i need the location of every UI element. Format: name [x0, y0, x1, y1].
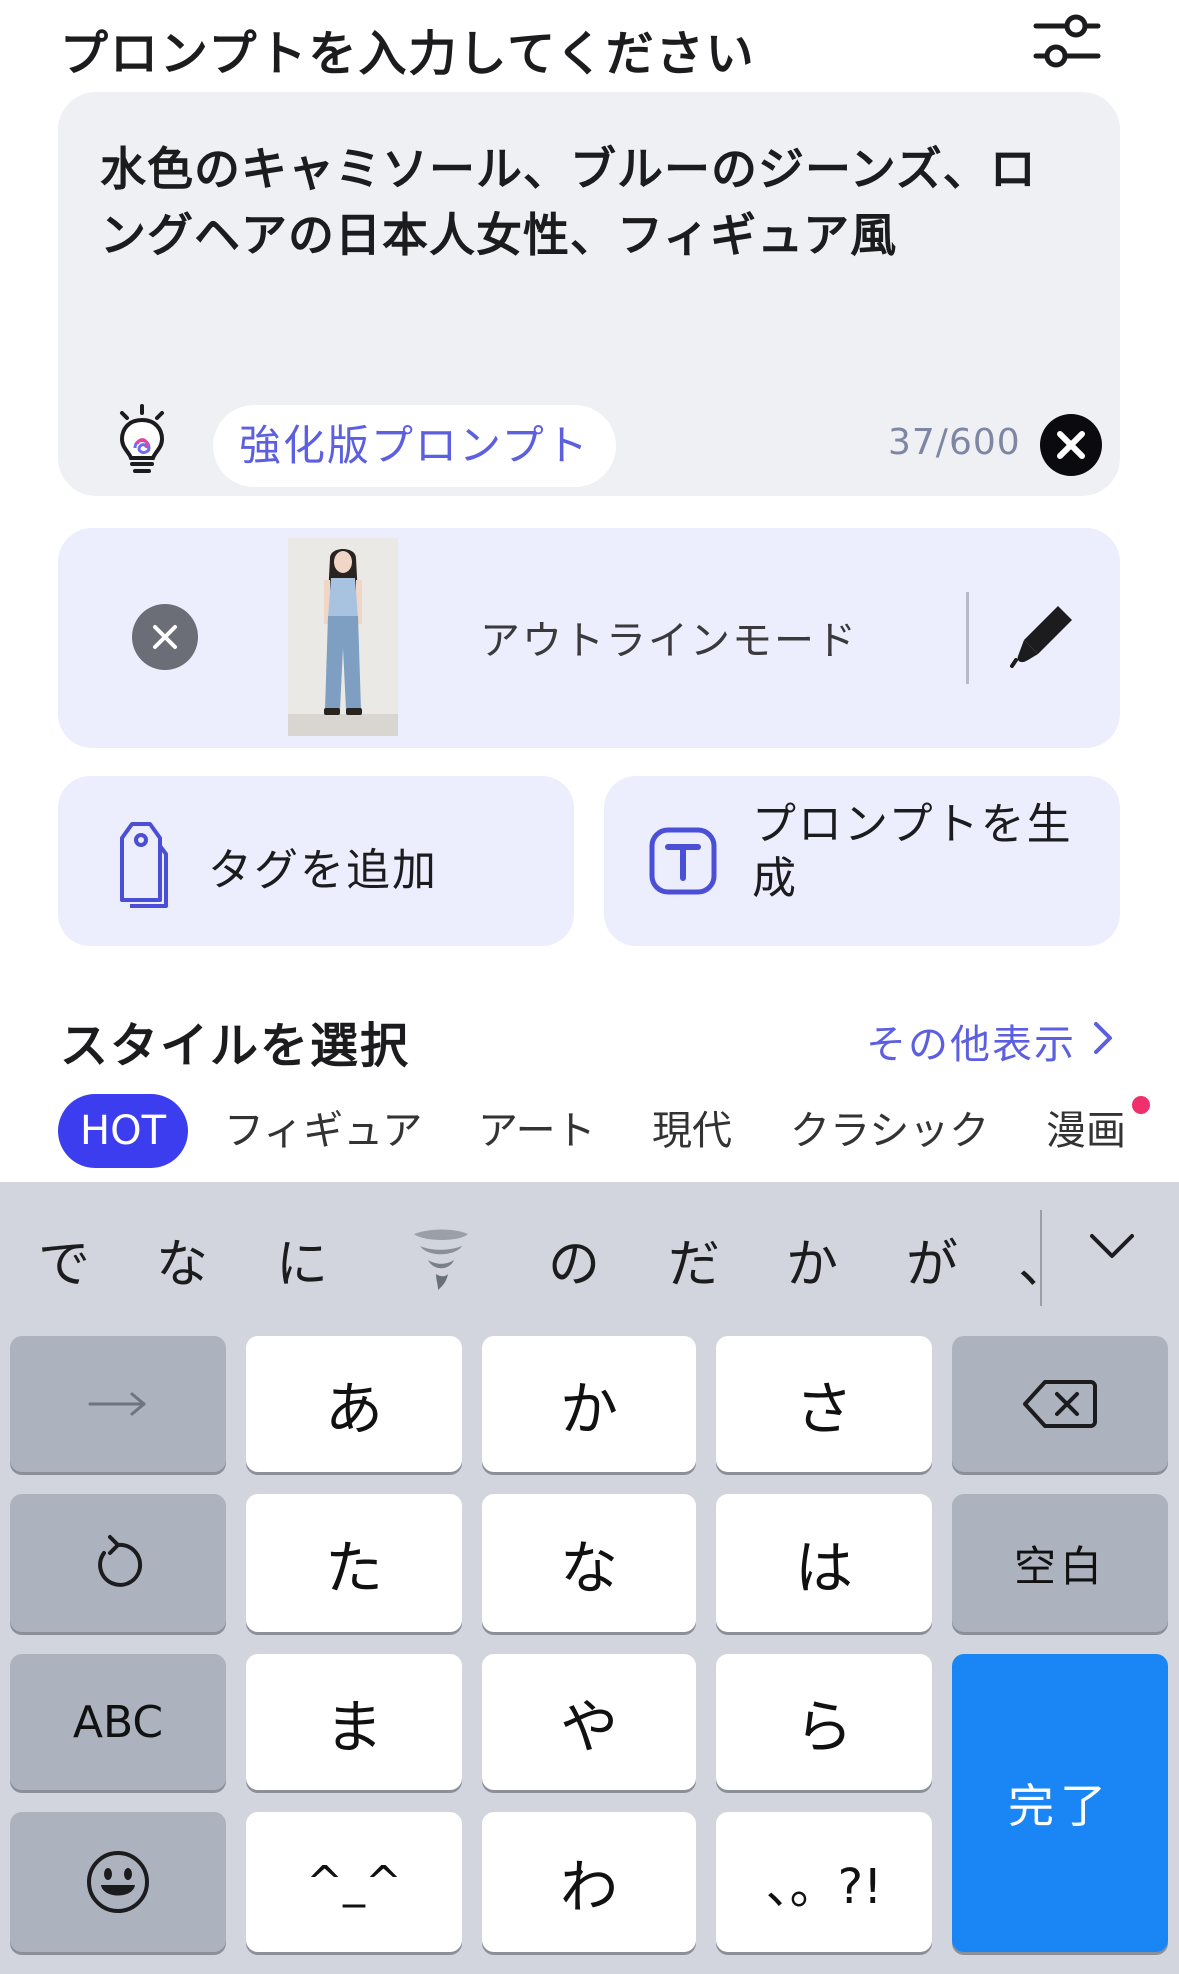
prompt-input-card[interactable]: 水色のキャミソール、ブルーのジーンズ、ロングヘアの日本人女性、フィギュア風 強化… [58, 92, 1120, 496]
style-chip-hot[interactable]: HOT [58, 1094, 188, 1168]
close-circle-icon [1057, 431, 1085, 459]
candidate-word[interactable]: に [276, 1222, 328, 1297]
sliders-icon[interactable] [1030, 6, 1104, 76]
reference-image-card: アウトラインモード [58, 528, 1120, 748]
key-label: た [324, 1534, 383, 1602]
space-key[interactable]: 空白 [952, 1494, 1168, 1632]
divider [966, 592, 969, 684]
undo-key[interactable] [10, 1494, 226, 1632]
key-wa[interactable]: わ [482, 1812, 696, 1952]
style-chip-manga[interactable]: 漫画 [1046, 1094, 1126, 1168]
add-tag-label: タグを追加 [208, 845, 438, 896]
style-chip-classic[interactable]: クラシック [790, 1094, 989, 1168]
key-ra[interactable]: ら [716, 1654, 932, 1790]
abc-key[interactable]: ABC [10, 1654, 226, 1790]
key-ha[interactable]: は [716, 1494, 932, 1632]
key-label: あ [324, 1375, 383, 1443]
key-a[interactable]: あ [246, 1336, 462, 1472]
key-label: 、。?! [765, 1859, 883, 1915]
generate-prompt-button[interactable]: プロンプトを生成 [604, 776, 1120, 946]
add-tag-button[interactable]: タグを追加 [58, 776, 574, 946]
key-sa[interactable]: さ [716, 1336, 932, 1472]
text-t-icon [648, 826, 718, 896]
key-label: な [559, 1534, 618, 1602]
key-label: か [559, 1375, 618, 1443]
key-label: や [559, 1693, 618, 1761]
key-na[interactable]: な [482, 1494, 696, 1632]
punctuation-key[interactable]: 、。?! [716, 1812, 932, 1952]
japanese-keyboard: で な に の だ か が 、 あ か さ [0, 1182, 1179, 1974]
page-title: プロンプトを入力してください [60, 26, 756, 82]
enhance-prompt-button[interactable]: 強化版プロンプト [213, 405, 616, 487]
key-label: 空白 [1013, 1541, 1106, 1591]
candidate-word[interactable]: だ [668, 1222, 720, 1297]
style-chip-figure[interactable]: フィギュア [224, 1094, 422, 1168]
key-ka[interactable]: か [482, 1336, 696, 1472]
chevron-down-icon[interactable] [1086, 1226, 1138, 1266]
key-label: ら [794, 1693, 853, 1761]
tornado-emoji-candidate[interactable] [410, 1226, 472, 1305]
pen-icon [1010, 606, 1072, 668]
remove-image-button[interactable] [132, 604, 198, 670]
outline-mode-label: アウトラインモード [480, 618, 858, 664]
key-label: 完了 [1008, 1779, 1112, 1833]
backspace-icon [1023, 1380, 1097, 1428]
kaomoji-key[interactable]: ^_^ [246, 1812, 462, 1952]
key-label: ABC [72, 1696, 164, 1748]
generate-prompt-label: プロンプトを生成 [752, 799, 1073, 904]
key-ta[interactable]: た [246, 1494, 462, 1632]
new-indicator-dot [1132, 1096, 1150, 1114]
key-label: は [794, 1534, 853, 1602]
emoji-key[interactable] [10, 1812, 226, 1952]
arrow-right-icon [88, 1392, 146, 1416]
undo-icon [98, 1535, 143, 1587]
key-label: さ [794, 1375, 853, 1443]
chevron-right-icon[interactable] [1088, 1018, 1118, 1058]
style-section-heading: スタイルを選択 [60, 1018, 411, 1074]
prompt-text[interactable]: 水色のキャミソール、ブルーのジーンズ、ロングヘアの日本人女性、フィギュア風 [100, 136, 1080, 268]
key-ma[interactable]: ま [246, 1654, 462, 1790]
smiley-icon [87, 1851, 149, 1913]
style-chip-modern[interactable]: 現代 [652, 1094, 732, 1168]
candidate-word[interactable]: 、 [1018, 1222, 1040, 1297]
character-count: 37/600 [888, 422, 1021, 463]
key-ya[interactable]: や [482, 1654, 696, 1790]
clear-prompt-button[interactable] [1040, 414, 1102, 476]
tag-icon [110, 816, 172, 912]
candidate-word[interactable]: の [548, 1222, 600, 1297]
key-label: わ [559, 1853, 618, 1921]
candidate-word[interactable]: な [156, 1222, 208, 1297]
backspace-key[interactable] [952, 1336, 1168, 1472]
close-icon [153, 625, 177, 649]
style-chip-art[interactable]: アート [478, 1094, 596, 1168]
candidate-word[interactable]: で [38, 1222, 90, 1297]
divider [1040, 1210, 1042, 1306]
key-label: ま [324, 1693, 383, 1761]
candidate-word[interactable]: か [786, 1222, 838, 1297]
candidate-word[interactable]: が [906, 1222, 958, 1297]
next-arrow-key[interactable] [10, 1336, 226, 1472]
lightbulb-icon[interactable] [110, 404, 174, 476]
edit-outline-button[interactable] [1008, 600, 1078, 670]
done-key[interactable]: 完了 [952, 1654, 1168, 1952]
key-label: ^_^ [306, 1856, 402, 1908]
show-more-link[interactable]: その他表示 [866, 1012, 1076, 1070]
reference-image-thumbnail[interactable] [288, 538, 398, 736]
